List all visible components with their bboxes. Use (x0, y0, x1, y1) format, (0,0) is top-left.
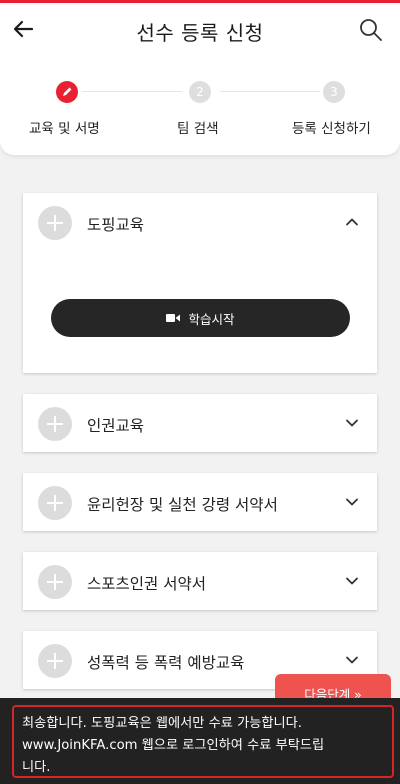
section-title: 스포츠인권 서약서 (87, 575, 207, 593)
start-learning-button[interactable]: 학습시작 (51, 299, 350, 337)
page-title: 선수 등록 신청 (136, 21, 264, 45)
video-camera-icon (166, 314, 181, 322)
search-button[interactable] (358, 17, 384, 43)
plus-icon (38, 407, 72, 441)
section-doping-education: 도핑교육 학습시작 (23, 193, 377, 373)
section-title: 성폭력 등 폭력 예방교육 (87, 654, 245, 672)
start-learning-label: 학습시작 (188, 311, 235, 327)
step-1-indicator (56, 81, 78, 103)
plus-icon (38, 206, 72, 240)
toast-box: 최송합니다. 도핑교육은 웹에서만 수료 가능합니다. www.JoinKFA.… (12, 705, 394, 778)
plus-icon (38, 486, 72, 520)
chevron-down-icon (346, 498, 358, 506)
chevron-down-icon (346, 656, 358, 664)
section-human-rights-education[interactable]: 인권교육 (23, 394, 377, 452)
pencil-icon (63, 87, 72, 96)
step-2-indicator: 2 (189, 81, 211, 103)
chevron-up-icon[interactable] (345, 215, 359, 229)
chevron-down-icon (346, 577, 358, 585)
chevron-down-icon (346, 419, 358, 427)
step-connector (220, 91, 320, 92)
section-ethics-pledge[interactable]: 윤리헌장 및 실천 강령 서약서 (23, 473, 377, 531)
section-title: 도핑교육 (87, 216, 145, 234)
section-title: 윤리헌장 및 실천 강령 서약서 (87, 496, 278, 514)
section-title: 인권교육 (87, 417, 145, 435)
step-1-label: 교육 및 서명 (29, 121, 100, 137)
step-indicator: 2 3 교육 및 서명 팀 검색 등록 신청하기 (0, 75, 400, 145)
toast-line: 최송합니다. 도핑교육은 웹에서만 수료 가능합니다. (22, 716, 302, 731)
toast-line: 니다. (22, 760, 51, 775)
app-header: 선수 등록 신청 2 3 교육 및 서명 팀 검색 등록 신청하기 (0, 3, 400, 155)
step-2-label: 팀 검색 (177, 121, 219, 137)
toast-line: www.JoinKFA.com 웹으로 로그인하여 수료 부탁드립 (22, 738, 325, 753)
toast-message: 최송합니다. 도핑교육은 웹에서만 수료 가능합니다. www.JoinKFA.… (0, 698, 400, 784)
step-3-label: 등록 신청하기 (292, 121, 371, 137)
plus-icon (38, 565, 72, 599)
plus-icon (38, 644, 72, 678)
section-sports-rights-pledge[interactable]: 스포츠인권 서약서 (23, 552, 377, 610)
step-connector (82, 91, 182, 92)
step-3-indicator: 3 (323, 81, 345, 103)
search-icon (360, 19, 382, 41)
